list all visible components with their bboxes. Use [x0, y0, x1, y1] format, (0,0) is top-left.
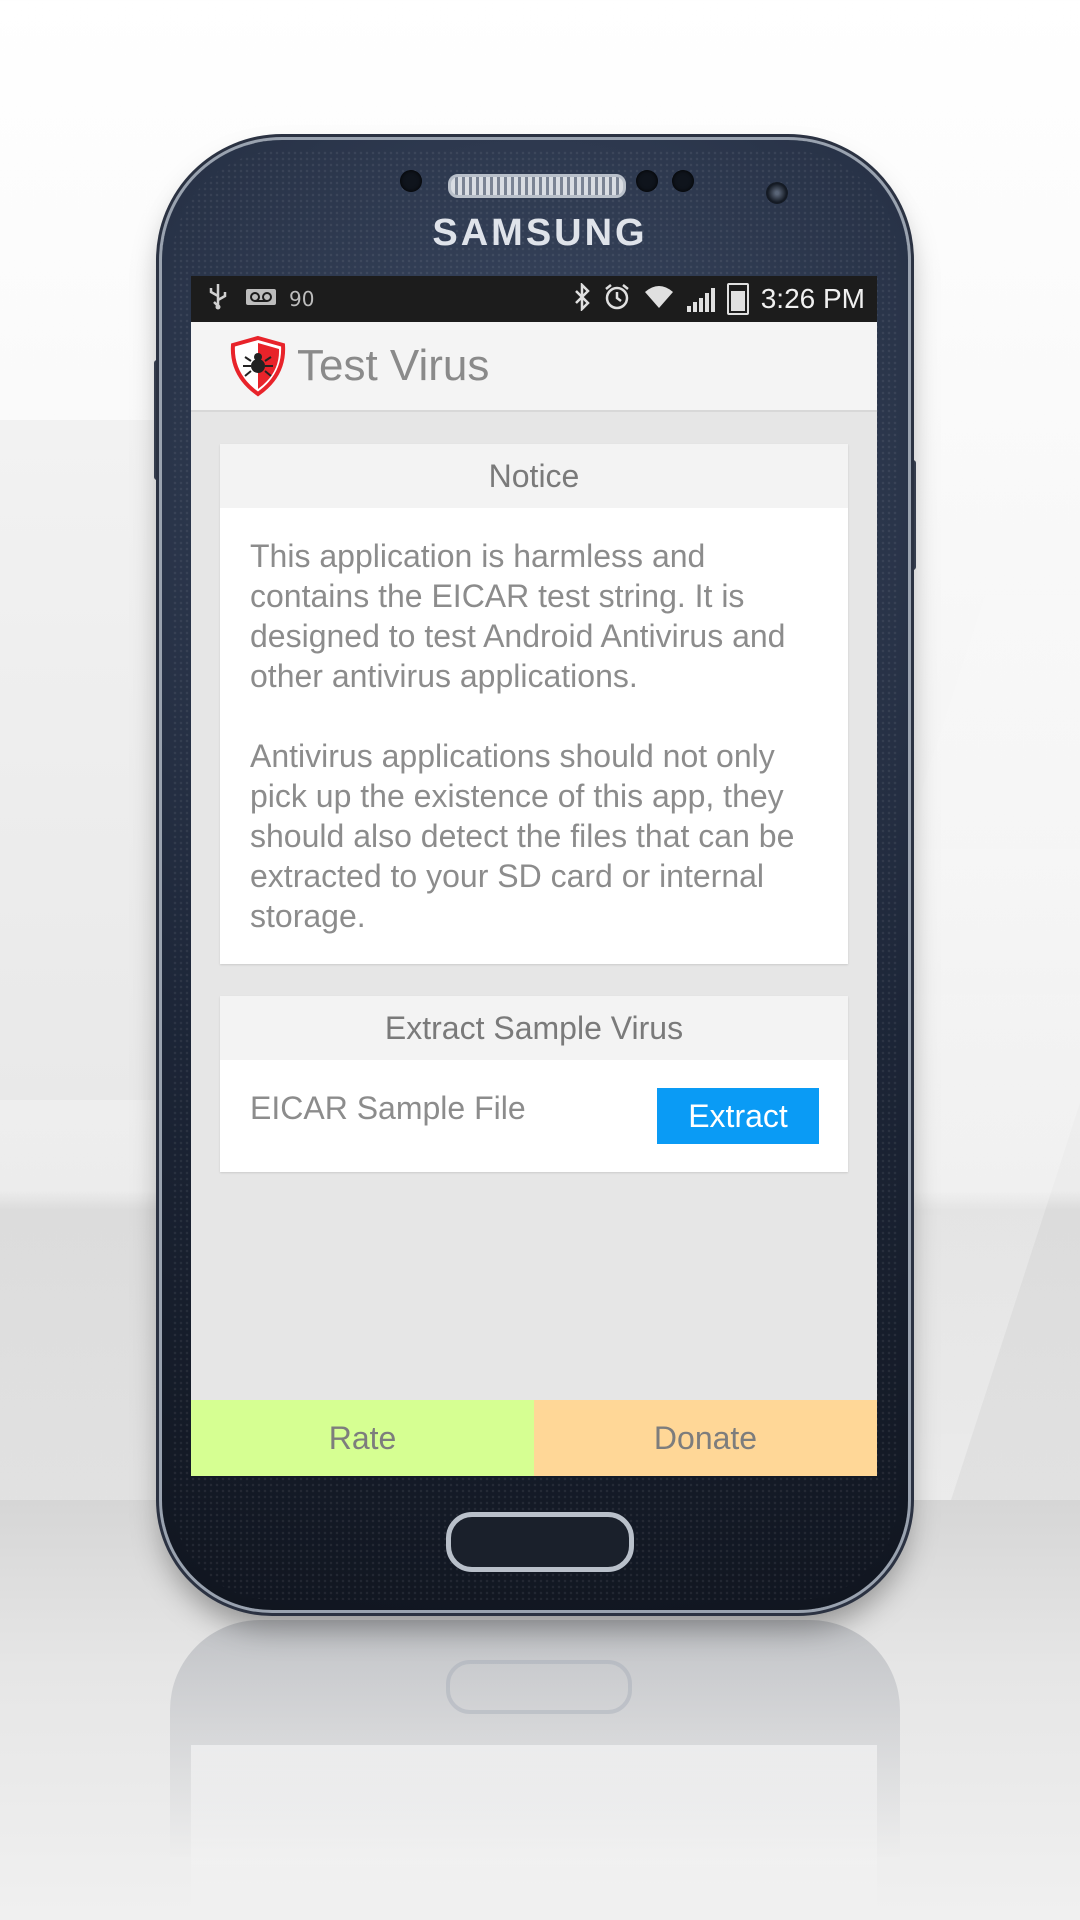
notice-card-body: This application is harmless and contain… — [220, 508, 848, 964]
donate-button[interactable]: Donate — [534, 1400, 877, 1476]
extract-card-header: Extract Sample Virus — [220, 996, 848, 1060]
battery-charging-icon — [726, 283, 749, 315]
alarm-icon — [603, 283, 631, 315]
notice-card: Notice This application is harmless and … — [220, 444, 848, 964]
status-icons: 3:26 PM — [573, 281, 865, 315]
usb-icon — [207, 282, 229, 316]
sample-file-label: EICAR Sample File — [250, 1090, 526, 1126]
clock: 3:26 PM — [760, 283, 865, 314]
screen-reflection — [191, 1745, 877, 1920]
proximity-sensor — [400, 170, 422, 192]
extract-card: Extract Sample Virus EICAR Sample File E… — [220, 996, 848, 1172]
earpiece-speaker — [448, 174, 626, 198]
action-bar: Test Virus — [191, 322, 877, 412]
bluetooth-icon — [573, 281, 591, 315]
status-bar: 90 3:26 PM — [191, 276, 877, 322]
brand-logo: SAMSUNG — [432, 212, 648, 254]
home-button-reflection — [446, 1660, 632, 1714]
front-sensor — [672, 170, 694, 192]
phone-screen: 90 3:26 PM Test Virus Notice This applic… — [191, 276, 877, 1476]
light-sensor — [636, 170, 658, 192]
app-title: Test Virus — [297, 341, 490, 390]
shield-bug-icon[interactable] — [227, 335, 289, 397]
volume-button — [154, 360, 162, 480]
bottom-bar: Rate Donate — [191, 1400, 877, 1476]
extract-button[interactable]: Extract — [657, 1088, 819, 1144]
home-button[interactable] — [446, 1512, 634, 1572]
power-button — [908, 460, 916, 570]
signal-icon — [686, 286, 715, 312]
notice-card-header: Notice — [220, 444, 848, 508]
notice-paragraph: This application is harmless and contain… — [250, 538, 786, 694]
front-camera — [766, 182, 788, 204]
notification-count: 90 — [289, 287, 315, 311]
rate-button[interactable]: Rate — [191, 1400, 534, 1476]
voicemail-icon — [245, 285, 277, 313]
extract-row: EICAR Sample File Extract — [220, 1060, 848, 1172]
wifi-icon — [643, 284, 675, 314]
notice-paragraph: Antivirus applications should not only p… — [250, 738, 795, 934]
